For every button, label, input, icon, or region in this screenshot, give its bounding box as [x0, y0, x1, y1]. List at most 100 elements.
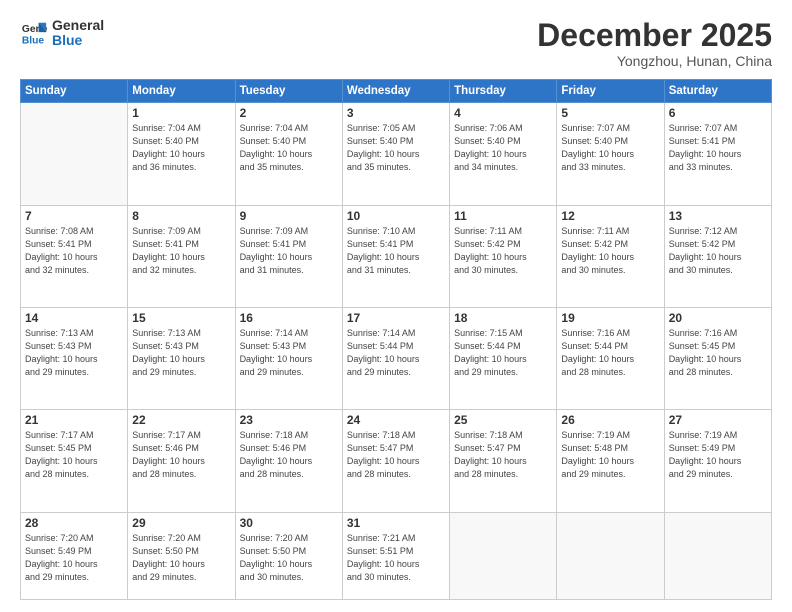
- calendar-week-row: 21 Sunrise: 7:17 AM Sunset: 5:45 PM Dayli…: [21, 410, 772, 512]
- calendar-cell: 10 Sunrise: 7:10 AM Sunset: 5:41 PM Dayli…: [342, 205, 449, 307]
- calendar-cell: 3Sunrise: 7:05 AM Sunset: 5:40 PM Daylig…: [342, 103, 449, 205]
- day-number: 22: [132, 413, 230, 427]
- weekday-header-monday: Monday: [128, 80, 235, 103]
- calendar-cell: 24Sunrise: 7:18 AM Sunset: 5:47 PM Dayli…: [342, 410, 449, 512]
- day-info: Sunrise: 7:05 AM Sunset: 5:40 PM Dayligh…: [347, 122, 445, 174]
- day-info: Sunrise: 7:17 AM Sunset: 5:45 PM Dayligh…: [25, 429, 123, 481]
- page: General Blue General Blue December 2025 …: [0, 0, 792, 612]
- calendar-cell: 1Sunrise: 7:04 AM Sunset: 5:40 PM Daylig…: [128, 103, 235, 205]
- day-number: 4: [454, 106, 552, 120]
- calendar-cell: 20 Sunrise: 7:16 AM Sunset: 5:45 PM Dayli…: [664, 307, 771, 409]
- day-number: 10: [347, 209, 445, 223]
- day-number: 30: [240, 516, 338, 530]
- calendar-cell: 9Sunrise: 7:09 AM Sunset: 5:41 PM Daylig…: [235, 205, 342, 307]
- weekday-header-saturday: Saturday: [664, 80, 771, 103]
- day-info: Sunrise: 7:18 AM Sunset: 5:47 PM Dayligh…: [454, 429, 552, 481]
- day-info: Sunrise: 7:16 AM Sunset: 5:44 PM Dayligh…: [561, 327, 659, 379]
- calendar-cell: 17 Sunrise: 7:14 AM Sunset: 5:44 PM Dayli…: [342, 307, 449, 409]
- calendar-cell: 15 Sunrise: 7:13 AM Sunset: 5:43 PM Dayli…: [128, 307, 235, 409]
- calendar-cell: 16Sunrise: 7:14 AM Sunset: 5:43 PM Dayli…: [235, 307, 342, 409]
- weekday-header-wednesday: Wednesday: [342, 80, 449, 103]
- day-number: 24: [347, 413, 445, 427]
- day-info: Sunrise: 7:19 AM Sunset: 5:48 PM Dayligh…: [561, 429, 659, 481]
- svg-text:Blue: Blue: [22, 36, 45, 47]
- calendar-cell: 29Sunrise: 7:20 AM Sunset: 5:50 PM Dayli…: [128, 512, 235, 600]
- calendar-cell: 22 Sunrise: 7:17 AM Sunset: 5:46 PM Dayli…: [128, 410, 235, 512]
- day-number: 27: [669, 413, 767, 427]
- calendar-cell: 6 Sunrise: 7:07 AM Sunset: 5:41 PM Daylig…: [664, 103, 771, 205]
- logo-icon: General Blue: [20, 19, 48, 47]
- weekday-header-sunday: Sunday: [21, 80, 128, 103]
- day-number: 14: [25, 311, 123, 325]
- day-number: 28: [25, 516, 123, 530]
- calendar-cell: 28Sunrise: 7:20 AM Sunset: 5:49 PM Dayli…: [21, 512, 128, 600]
- day-info: Sunrise: 7:11 AM Sunset: 5:42 PM Dayligh…: [454, 225, 552, 277]
- day-number: 15: [132, 311, 230, 325]
- location-subtitle: Yongzhou, Hunan, China: [537, 53, 772, 69]
- day-number: 25: [454, 413, 552, 427]
- calendar-week-row: 1Sunrise: 7:04 AM Sunset: 5:40 PM Daylig…: [21, 103, 772, 205]
- day-info: Sunrise: 7:21 AM Sunset: 5:51 PM Dayligh…: [347, 532, 445, 584]
- day-info: Sunrise: 7:08 AM Sunset: 5:41 PM Dayligh…: [25, 225, 123, 277]
- day-number: 23: [240, 413, 338, 427]
- calendar-cell: 19 Sunrise: 7:16 AM Sunset: 5:44 PM Dayli…: [557, 307, 664, 409]
- day-info: Sunrise: 7:09 AM Sunset: 5:41 PM Dayligh…: [132, 225, 230, 277]
- day-info: Sunrise: 7:12 AM Sunset: 5:42 PM Dayligh…: [669, 225, 767, 277]
- day-info: Sunrise: 7:11 AM Sunset: 5:42 PM Dayligh…: [561, 225, 659, 277]
- title-block: December 2025 Yongzhou, Hunan, China: [537, 18, 772, 69]
- day-number: 6: [669, 106, 767, 120]
- calendar-cell: 25 Sunrise: 7:18 AM Sunset: 5:47 PM Dayli…: [450, 410, 557, 512]
- day-info: Sunrise: 7:19 AM Sunset: 5:49 PM Dayligh…: [669, 429, 767, 481]
- calendar-cell: 21 Sunrise: 7:17 AM Sunset: 5:45 PM Dayli…: [21, 410, 128, 512]
- calendar-cell: 5 Sunrise: 7:07 AM Sunset: 5:40 PM Daylig…: [557, 103, 664, 205]
- calendar-cell: 27 Sunrise: 7:19 AM Sunset: 5:49 PM Dayli…: [664, 410, 771, 512]
- calendar-cell: 11 Sunrise: 7:11 AM Sunset: 5:42 PM Dayli…: [450, 205, 557, 307]
- calendar-cell: 26 Sunrise: 7:19 AM Sunset: 5:48 PM Dayli…: [557, 410, 664, 512]
- calendar-week-row: 7 Sunrise: 7:08 AM Sunset: 5:41 PM Daylig…: [21, 205, 772, 307]
- calendar-cell: [450, 512, 557, 600]
- calendar-week-row: 14 Sunrise: 7:13 AM Sunset: 5:43 PM Dayli…: [21, 307, 772, 409]
- weekday-header-friday: Friday: [557, 80, 664, 103]
- day-number: 5: [561, 106, 659, 120]
- logo-blue: Blue: [52, 33, 104, 48]
- day-number: 11: [454, 209, 552, 223]
- header: General Blue General Blue December 2025 …: [20, 18, 772, 69]
- calendar-cell: 31 Sunrise: 7:21 AM Sunset: 5:51 PM Dayli…: [342, 512, 449, 600]
- day-number: 7: [25, 209, 123, 223]
- calendar-cell: 8Sunrise: 7:09 AM Sunset: 5:41 PM Daylig…: [128, 205, 235, 307]
- day-number: 17: [347, 311, 445, 325]
- calendar-cell: [21, 103, 128, 205]
- day-info: Sunrise: 7:20 AM Sunset: 5:50 PM Dayligh…: [240, 532, 338, 584]
- calendar-cell: [557, 512, 664, 600]
- day-info: Sunrise: 7:14 AM Sunset: 5:43 PM Dayligh…: [240, 327, 338, 379]
- day-number: 20: [669, 311, 767, 325]
- day-number: 21: [25, 413, 123, 427]
- day-info: Sunrise: 7:16 AM Sunset: 5:45 PM Dayligh…: [669, 327, 767, 379]
- day-number: 12: [561, 209, 659, 223]
- day-number: 31: [347, 516, 445, 530]
- month-title: December 2025: [537, 18, 772, 53]
- day-info: Sunrise: 7:07 AM Sunset: 5:40 PM Dayligh…: [561, 122, 659, 174]
- day-info: Sunrise: 7:07 AM Sunset: 5:41 PM Dayligh…: [669, 122, 767, 174]
- day-info: Sunrise: 7:06 AM Sunset: 5:40 PM Dayligh…: [454, 122, 552, 174]
- day-number: 19: [561, 311, 659, 325]
- day-number: 13: [669, 209, 767, 223]
- calendar-cell: 4 Sunrise: 7:06 AM Sunset: 5:40 PM Daylig…: [450, 103, 557, 205]
- day-number: 1: [132, 106, 230, 120]
- day-info: Sunrise: 7:14 AM Sunset: 5:44 PM Dayligh…: [347, 327, 445, 379]
- calendar-cell: 30 Sunrise: 7:20 AM Sunset: 5:50 PM Dayli…: [235, 512, 342, 600]
- day-number: 26: [561, 413, 659, 427]
- calendar-cell: 18Sunrise: 7:15 AM Sunset: 5:44 PM Dayli…: [450, 307, 557, 409]
- weekday-header-thursday: Thursday: [450, 80, 557, 103]
- weekday-header-tuesday: Tuesday: [235, 80, 342, 103]
- calendar-cell: 23Sunrise: 7:18 AM Sunset: 5:46 PM Dayli…: [235, 410, 342, 512]
- day-info: Sunrise: 7:20 AM Sunset: 5:50 PM Dayligh…: [132, 532, 230, 584]
- calendar-cell: 7 Sunrise: 7:08 AM Sunset: 5:41 PM Daylig…: [21, 205, 128, 307]
- calendar-cell: 13 Sunrise: 7:12 AM Sunset: 5:42 PM Dayli…: [664, 205, 771, 307]
- logo: General Blue General Blue: [20, 18, 104, 49]
- day-info: Sunrise: 7:13 AM Sunset: 5:43 PM Dayligh…: [132, 327, 230, 379]
- calendar-cell: [664, 512, 771, 600]
- day-number: 9: [240, 209, 338, 223]
- day-info: Sunrise: 7:17 AM Sunset: 5:46 PM Dayligh…: [132, 429, 230, 481]
- day-info: Sunrise: 7:10 AM Sunset: 5:41 PM Dayligh…: [347, 225, 445, 277]
